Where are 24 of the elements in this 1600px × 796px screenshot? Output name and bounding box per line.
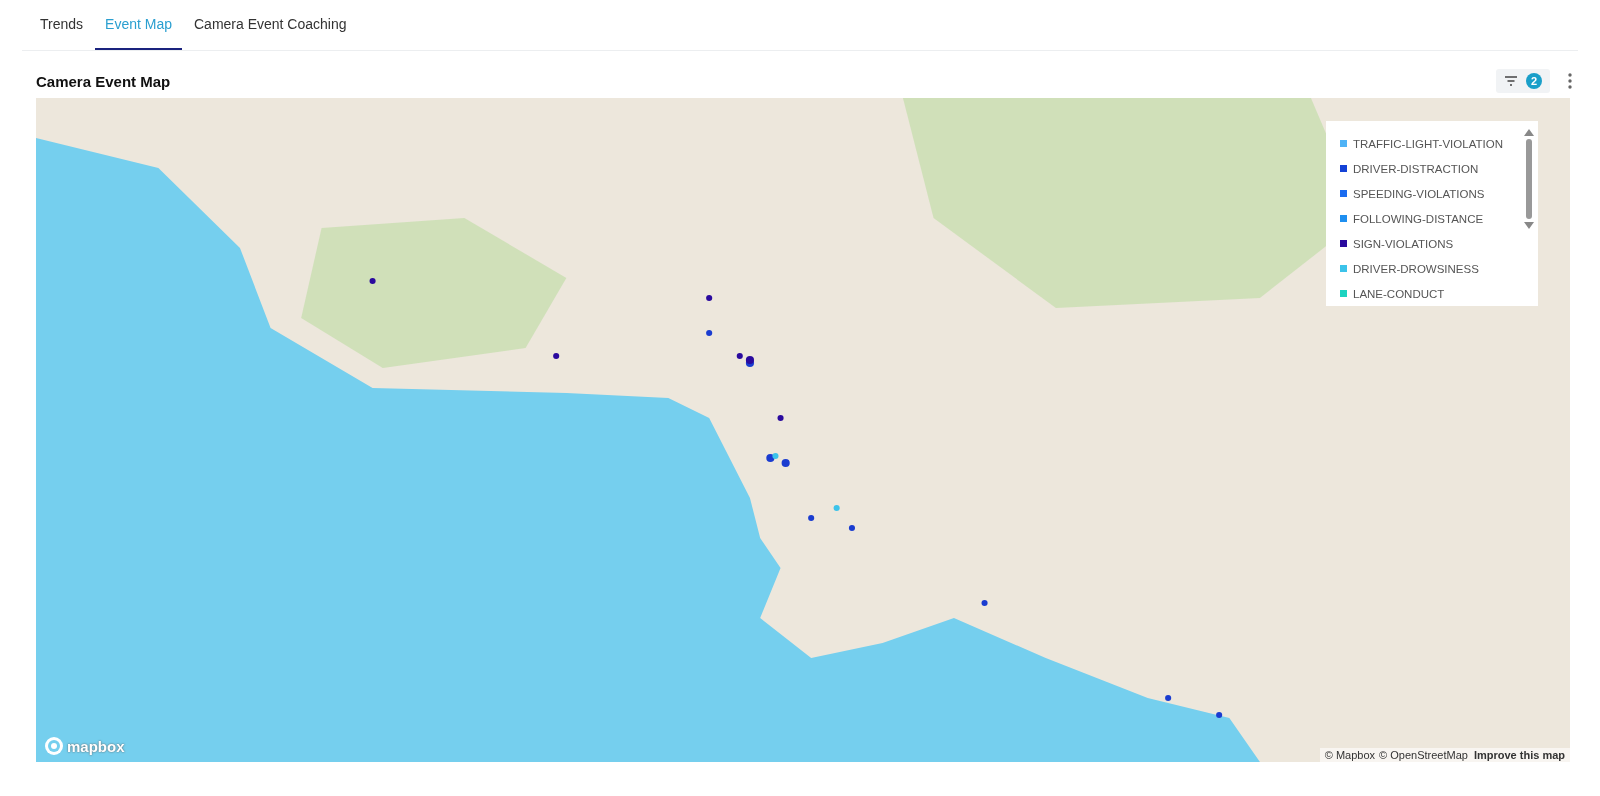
scroll-up-icon[interactable] — [1524, 129, 1534, 136]
legend-label: LANE-CONDUCT — [1353, 287, 1445, 300]
logo-icon — [44, 736, 64, 756]
legend-label: FOLLOWING-DISTANCE — [1353, 212, 1484, 225]
more-vertical-icon — [1568, 73, 1572, 89]
improve-map-link[interactable]: Improve this map — [1473, 749, 1565, 761]
tab[interactable]: Trends — [30, 0, 94, 50]
attribution-link[interactable]: © OpenStreetMap — [1379, 749, 1468, 761]
panel-title: Camera Event Map — [36, 72, 171, 90]
attribution-link[interactable]: © Mapbox — [1324, 749, 1376, 761]
legend-label: SIGN-VIOLATIONS — [1353, 237, 1454, 250]
event-markers[interactable] — [706, 330, 1223, 718]
map-logo-text: mapbox — [67, 737, 125, 755]
scroll-down-icon[interactable] — [1524, 222, 1534, 229]
legend-label: SPEEDING-VIOLATIONS — [1353, 187, 1485, 200]
scrollbar-thumb[interactable] — [1526, 139, 1532, 219]
event-markers[interactable] — [772, 453, 840, 511]
tab[interactable]: Camera Event Coaching — [184, 0, 357, 50]
legend-label: TRAFFIC-LIGHT-VIOLATION — [1353, 137, 1503, 150]
legend-label: DRIVER-DROWSINESS — [1353, 262, 1479, 275]
filter-icon — [1504, 75, 1518, 87]
filter-count-badge: 2 — [1526, 73, 1542, 89]
event-markers[interactable] — [369, 278, 784, 421]
legend-label: DRIVER-DISTRACTION — [1353, 162, 1479, 175]
